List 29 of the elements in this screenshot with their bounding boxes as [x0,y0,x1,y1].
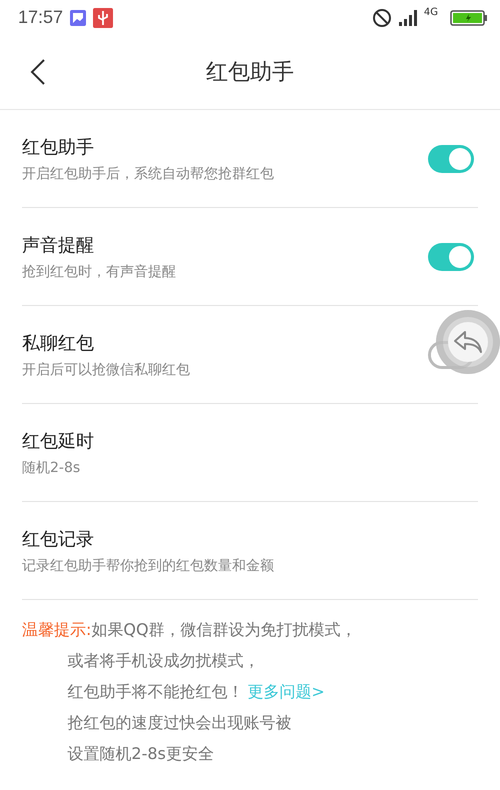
setting-title: 红包助手 [22,136,95,158]
setting-description: 开启后可以抢微信私聊红包 [22,360,191,378]
setting-title: 私聊红包 [22,332,95,354]
tip-text: 设置随机2-8s更安全 [67,744,214,765]
tip-text: 如果QQ群，微信群设为免打扰模式， [91,620,357,641]
do-not-disturb-icon [372,8,392,28]
setting-title: 红包记录 [22,528,95,550]
tip-text: 红包助手将不能抢红包！ [67,682,244,703]
back-icon[interactable] [30,58,46,86]
tip-text: 或者将手机设成勿扰模式， [67,651,260,672]
usb-icon [93,8,114,28]
setting-description: 开启红包助手后，系统自动帮您抢群红包 [22,164,275,182]
page-title: 红包助手 [206,59,294,87]
more-questions-link[interactable]: 更多问题> [247,682,325,703]
status-time: 17:57 [18,7,64,28]
setting-description: 抢到红包时，有声音提醒 [22,262,177,280]
toggle-switch[interactable] [428,242,474,270]
tip-text: 抢红包的速度过快会出现账号被 [67,713,292,734]
network-type: 4G [424,7,438,18]
reply-arrow-icon [453,330,483,354]
tip-label: 温馨提示: [22,620,92,641]
signal-icon [398,8,418,26]
toggle-switch[interactable] [428,144,474,172]
setting-title: 红包延时 [22,430,95,452]
image-icon [69,8,88,26]
setting-description: 随机2-8s [22,458,82,476]
setting-title: 声音提醒 [22,234,95,256]
battery-icon [450,10,488,26]
setting-description: 记录红包助手帮你抢到的红包数量和金额 [22,556,275,574]
